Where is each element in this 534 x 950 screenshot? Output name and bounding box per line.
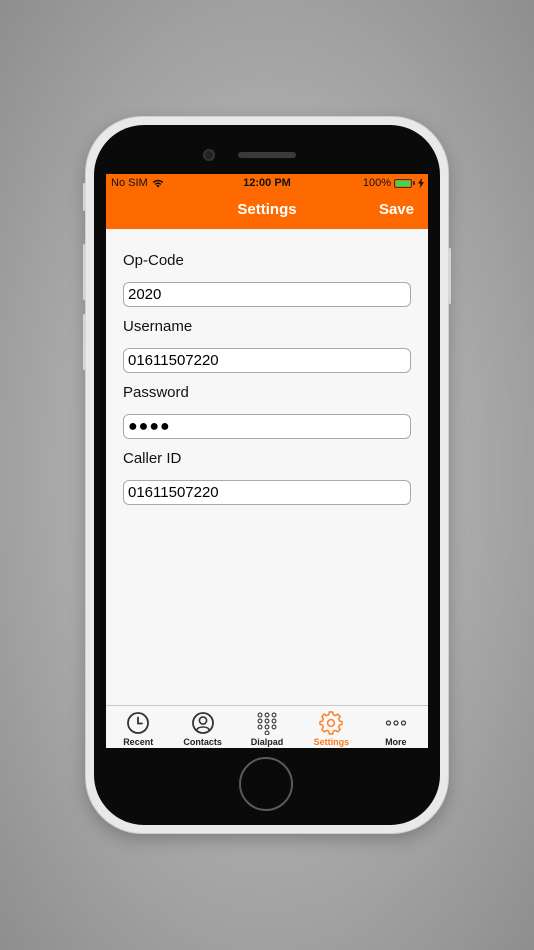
username-input[interactable] — [123, 348, 411, 373]
home-button[interactable] — [239, 757, 293, 811]
opcode-label: Op-Code — [123, 252, 184, 269]
charging-bolt-icon — [418, 178, 424, 188]
password-label: Password — [123, 384, 189, 401]
power-button — [448, 248, 451, 304]
navigation-bar: Settings Save — [106, 192, 428, 229]
caller-id-input[interactable] — [123, 480, 411, 505]
clock-icon — [127, 712, 150, 734]
volume-up-button — [83, 244, 86, 300]
tab-settings[interactable]: Settings — [299, 706, 363, 748]
earpiece-speaker — [238, 152, 296, 158]
battery-percent: 100% — [362, 177, 391, 189]
password-input[interactable] — [123, 414, 411, 439]
battery-icon — [394, 178, 412, 188]
volume-down-button — [83, 314, 86, 370]
tab-label: Recent — [123, 737, 154, 747]
status-right: 100% — [363, 177, 424, 189]
tab-label: More — [385, 737, 407, 747]
tab-dialpad[interactable]: Dialpad — [235, 706, 299, 748]
tab-label: Settings — [313, 737, 350, 747]
tab-recent[interactable]: Recent — [106, 706, 170, 748]
opcode-input[interactable] — [123, 282, 411, 307]
tab-label: Dialpad — [250, 737, 284, 747]
tab-label: Contacts — [183, 737, 222, 747]
tab-bar: Recent Contacts Dialpad Settings More — [106, 705, 428, 748]
username-label: Username — [123, 318, 193, 335]
tab-contacts[interactable]: Contacts — [170, 706, 234, 748]
save-button[interactable]: Save — [379, 201, 414, 218]
contact-icon — [191, 712, 214, 734]
battery-tip — [413, 181, 415, 185]
gear-icon — [319, 711, 344, 735]
dialpad-icon — [257, 712, 277, 735]
mute-switch — [83, 183, 86, 211]
status-bar: No SIM 12:00 PM 100% — [106, 174, 428, 192]
caller-id-label: Caller ID — [123, 450, 182, 467]
tab-more[interactable]: More — [364, 706, 428, 748]
settings-form: Op-Code Username Password Caller ID — [123, 252, 411, 505]
more-dots-icon — [385, 720, 406, 726]
front-camera — [203, 149, 215, 161]
app-screen: No SIM 12:00 PM 100% Settings Save Op-Co… — [106, 174, 428, 748]
